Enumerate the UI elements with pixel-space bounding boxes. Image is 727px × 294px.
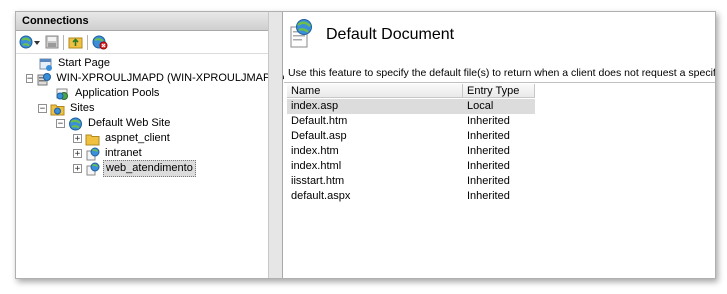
cell-name: Default.htm [291, 115, 348, 127]
column-header-name[interactable]: Name [287, 84, 463, 98]
feature-title-row: Default Document [288, 18, 454, 52]
cell-entry-type: Inherited [467, 145, 510, 157]
table-row[interactable]: Default.htm Inherited [287, 114, 535, 129]
tree-item-label: intranet [105, 147, 142, 159]
expand-toggle[interactable]: + [73, 134, 82, 144]
table-header: Name Entry Type [287, 84, 535, 98]
tree-item-label: aspnet_client [105, 132, 170, 144]
tree-item-server[interactable]: − WIN-XPROULJMAPD (WIN-XPROULJMAPD\Admin… [16, 71, 320, 86]
toolbar-separator [87, 34, 88, 50]
connections-toolbar [16, 31, 268, 54]
cell-name: index.html [291, 160, 342, 172]
tree-item-web-atendimento[interactable]: + web_atendimento [16, 160, 268, 177]
feature-description: Use this feature to specify the default … [288, 67, 716, 79]
tree-item-aspnet-client[interactable]: + aspnet_client [16, 131, 268, 146]
application-icon [85, 147, 100, 161]
tree-item-intranet[interactable]: + intranet [16, 146, 268, 161]
default-document-icon [288, 18, 314, 53]
app-pools-icon [55, 87, 70, 101]
column-header-entry-type[interactable]: Entry Type [463, 84, 535, 98]
tree-item-label: Sites [70, 102, 95, 114]
cell-name: iisstart.htm [291, 175, 345, 187]
application-icon [85, 162, 100, 176]
panel-splitter[interactable] [268, 12, 283, 278]
table-row[interactable]: index.html Inherited [287, 159, 535, 174]
tree-item-label: web_atendimento [103, 160, 196, 177]
connections-panel: Connections Start Page − WIN-XPROULJMAPD… [16, 12, 320, 278]
tree-item-label: Default Web Site [88, 117, 171, 129]
expand-toggle[interactable]: + [73, 164, 82, 174]
collapse-toggle[interactable]: − [26, 74, 34, 84]
cell-entry-type: Local [467, 100, 494, 112]
save-icon[interactable] [45, 34, 59, 50]
page-title: Default Document [326, 26, 455, 43]
tree-item-application-pools[interactable]: Application Pools [16, 86, 268, 101]
cell-entry-type: Inherited [467, 160, 510, 172]
tree-item-default-web-site[interactable]: − Default Web Site [16, 116, 268, 131]
toolbar-separator [63, 34, 64, 50]
expand-toggle[interactable]: + [73, 149, 82, 159]
default-documents-table: Name Entry Type index.asp Local Default.… [284, 82, 715, 278]
up-folder-icon[interactable] [68, 34, 83, 50]
table-row[interactable]: index.asp Local [287, 99, 535, 114]
tree-item-label: Application Pools [75, 87, 160, 99]
cell-name: Default.asp [291, 130, 347, 142]
tree-item-sites[interactable]: − Sites [16, 101, 268, 116]
table-row[interactable]: default.aspx Inherited [287, 189, 535, 204]
cell-entry-type: Inherited [467, 130, 510, 142]
disconnect-icon[interactable] [92, 34, 108, 50]
connections-header: Connections [16, 12, 268, 31]
cell-name: index.htm [291, 145, 339, 157]
tree-item-start-page[interactable]: Start Page [16, 56, 268, 71]
collapse-toggle[interactable]: − [38, 104, 47, 114]
collapse-toggle[interactable]: − [56, 119, 65, 129]
table-row[interactable]: iisstart.htm Inherited [287, 174, 535, 189]
cell-entry-type: Inherited [467, 190, 510, 202]
cell-name: index.asp [291, 100, 339, 112]
cell-entry-type: Inherited [467, 115, 510, 127]
globe-connect-icon[interactable] [19, 34, 41, 50]
sites-folder-icon [50, 102, 65, 116]
website-globe-icon [68, 117, 83, 131]
folder-icon [85, 132, 100, 146]
cell-entry-type: Inherited [467, 175, 510, 187]
connections-tree: Start Page − WIN-XPROULJMAPD (WIN-XPROUL… [16, 54, 320, 177]
feature-panel: Default Document Use this feature to spe… [284, 12, 715, 278]
tree-item-label: Start Page [58, 57, 110, 69]
table-row[interactable]: index.htm Inherited [287, 144, 535, 159]
table-row[interactable]: Default.asp Inherited [287, 129, 535, 144]
cell-name: default.aspx [291, 190, 351, 202]
iis-manager-window: Connections Start Page − WIN-XPROULJMAPD… [15, 11, 716, 279]
server-icon [36, 72, 52, 86]
start-page-icon [38, 57, 53, 71]
